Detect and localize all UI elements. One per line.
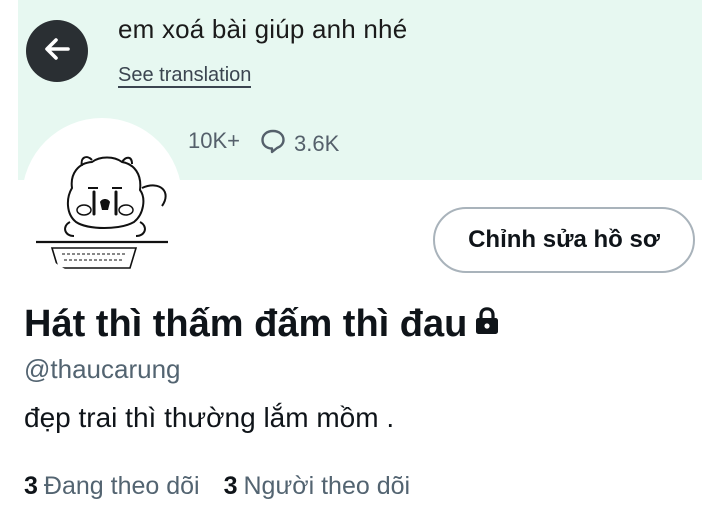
- display-name: Hát thì thấm đấm thì đau: [24, 303, 468, 345]
- see-translation-link: See translation: [118, 64, 252, 88]
- edit-profile-button[interactable]: Chỉnh sửa hồ sơ: [433, 207, 695, 273]
- banner-tweet-text: em xoá bài giúp anh nhé: [118, 14, 408, 44]
- avatar-drawing: [36, 156, 168, 269]
- profile-bio: đẹp trai thì thường lắm mồm .: [24, 402, 395, 433]
- likes-count: 10K+: [188, 128, 240, 153]
- following-label: Đang theo dõi: [43, 472, 200, 500]
- reply-icon: [260, 128, 286, 160]
- following-count: 3: [24, 472, 38, 500]
- replies-count: 3.6K: [294, 131, 340, 156]
- following-link[interactable]: 3 Đang theo dõi: [24, 472, 200, 501]
- display-name-row: Hát thì thấm đấm thì đau: [24, 303, 501, 346]
- profile-handle: @thaucarung: [24, 354, 181, 384]
- lock-icon: [473, 303, 501, 346]
- follow-stats: 3 Đang theo dõi 3 Người theo dõi: [24, 472, 410, 501]
- back-arrow-icon: [41, 33, 73, 70]
- banner-likes: 10K+: [180, 128, 240, 154]
- back-button[interactable]: [26, 20, 88, 82]
- followers-link[interactable]: 3 Người theo dõi: [224, 472, 410, 501]
- followers-count: 3: [223, 472, 238, 500]
- banner-replies: 3.6K: [260, 128, 339, 160]
- followers-label: Người theo dõi: [243, 472, 411, 500]
- avatar[interactable]: [22, 118, 182, 278]
